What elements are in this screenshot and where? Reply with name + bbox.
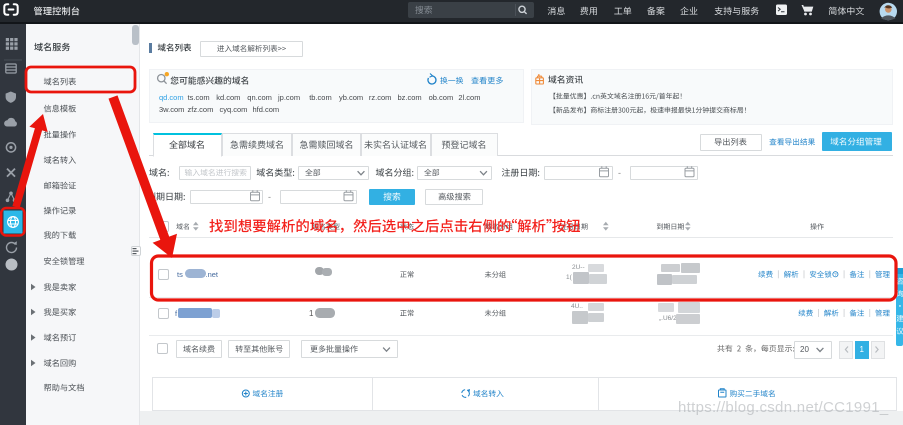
svg-text:?: ? — [834, 272, 837, 277]
